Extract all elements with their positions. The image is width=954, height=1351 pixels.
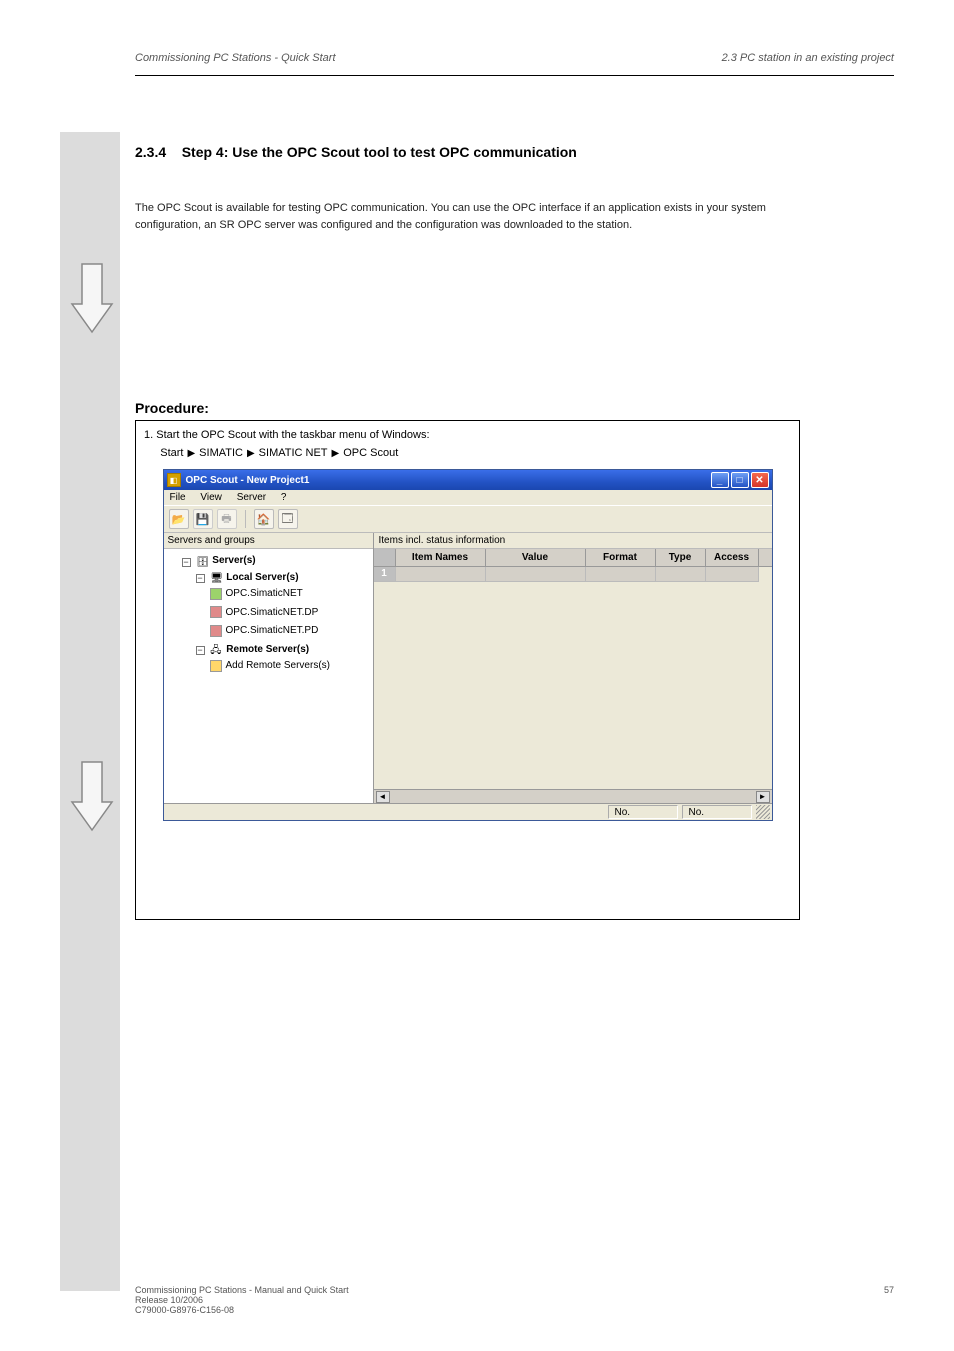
menu-file[interactable]: File	[170, 492, 186, 503]
page-footer: Commissioning PC Stations - Manual and Q…	[135, 1285, 894, 1315]
procedure-heading: Procedure:	[135, 400, 209, 416]
flow-arrow-1	[68, 262, 116, 334]
path-start: Start	[160, 447, 183, 459]
col-item-names[interactable]: Item Names	[396, 549, 486, 566]
menu-server[interactable]: Server	[237, 492, 266, 503]
menu-help[interactable]: ?	[281, 492, 287, 503]
items-grid[interactable]: Item Names Value Format Type Access 1	[374, 549, 772, 803]
explorer-icon[interactable]: 🏠	[254, 509, 274, 529]
figure-frame: 1. Start the OPC Scout with the taskbar …	[135, 420, 800, 920]
resize-grip-icon[interactable]	[756, 805, 770, 819]
grid-header-row: Item Names Value Format Type Access	[374, 549, 772, 567]
chevron-right-icon: ▶	[187, 448, 195, 459]
page-number: 57	[884, 1285, 894, 1315]
opc-server-icon	[210, 625, 222, 637]
cell-format[interactable]	[586, 567, 656, 582]
section-title: 2.3.4 Step 4: Use the OPC Scout tool to …	[135, 144, 577, 160]
chevron-right-icon: ▶	[332, 448, 340, 459]
scroll-right-icon[interactable]: ►	[756, 791, 770, 803]
menu-bar: File View Server ?	[164, 490, 772, 505]
save-icon[interactable]: 💾	[193, 509, 213, 529]
tree-remote-label[interactable]: Remote Server(s)	[226, 642, 309, 657]
path-simatic-net: SIMATIC NET	[259, 447, 328, 459]
local-servers-icon: 🖥	[210, 571, 222, 583]
add-remote-icon	[210, 660, 222, 672]
cell-value[interactable]	[486, 567, 586, 582]
header-rule	[135, 75, 894, 76]
section-ref: 2.3 PC station in an existing project	[722, 52, 894, 64]
footer-docid: C79000-G8976-C156-08	[135, 1305, 349, 1315]
intro-paragraph: The OPC Scout is available for testing O…	[135, 200, 835, 233]
items-grid-pane: Items incl. status information Item Name…	[374, 533, 772, 803]
cell-access[interactable]	[706, 567, 759, 582]
servers-tree-pane: Servers and groups − 🗄 Server(s) − 🖥 Local…	[164, 533, 374, 803]
servers-root-icon: 🗄	[196, 555, 208, 567]
col-value[interactable]: Value	[486, 549, 586, 566]
menu-view[interactable]: View	[200, 492, 222, 503]
col-format[interactable]: Format	[586, 549, 656, 566]
status-cell-1: No.	[608, 805, 678, 819]
home-icon[interactable]: 🗔	[278, 509, 298, 529]
window-titlebar: ◧ OPC Scout - New Project1 _ □ ✕	[164, 470, 772, 490]
step-1-caption: 1. Start the OPC Scout with the taskbar …	[142, 425, 793, 445]
start-menu-path: Start ▶ SIMATIC ▶ SIMATIC NET ▶ OPC Scou…	[142, 445, 793, 469]
chevron-right-icon: ▶	[247, 448, 255, 459]
tree-local-item[interactable]: OPC.SimaticNET.DP	[226, 605, 319, 620]
tree-local-item[interactable]: OPC.SimaticNET	[226, 586, 303, 601]
grid-rownum-header	[374, 549, 396, 566]
opc-server-icon	[210, 588, 222, 600]
table-row[interactable]: 1	[374, 567, 772, 582]
footer-title: Commissioning PC Stations - Manual and Q…	[135, 1285, 349, 1295]
print-icon[interactable]: 🖶	[217, 509, 237, 529]
opc-scout-window: ◧ OPC Scout - New Project1 _ □ ✕ File Vi…	[163, 469, 773, 821]
col-access[interactable]: Access	[706, 549, 759, 566]
row-number: 1	[374, 567, 396, 582]
toolbar-separator	[245, 510, 246, 528]
tree-root-label[interactable]: Server(s)	[212, 553, 255, 568]
cell-type[interactable]	[656, 567, 706, 582]
tree-pane-header: Servers and groups	[164, 533, 373, 549]
tree-add-remote[interactable]: Add Remote Servers(s)	[226, 658, 330, 673]
tree-local-item[interactable]: OPC.SimaticNET.PD	[226, 623, 319, 638]
horizontal-scrollbar[interactable]: ◄ ►	[374, 789, 772, 803]
tree-expander[interactable]: −	[182, 558, 191, 567]
maximize-button[interactable]: □	[731, 472, 749, 488]
grid-pane-header: Items incl. status information	[374, 533, 772, 549]
remote-servers-icon: 🖧	[210, 643, 222, 655]
flow-arrow-2	[68, 760, 116, 832]
section-heading-text: Step 4: Use the OPC Scout tool to test O…	[182, 144, 577, 160]
close-button[interactable]: ✕	[751, 472, 769, 488]
col-type[interactable]: Type	[656, 549, 706, 566]
cell-item-names[interactable]	[396, 567, 486, 582]
status-cell-2: No.	[682, 805, 752, 819]
app-icon: ◧	[167, 473, 181, 487]
tree-local-label[interactable]: Local Server(s)	[226, 570, 298, 585]
chapter-header: Commissioning PC Stations - Quick Start	[135, 52, 336, 64]
status-bar: No. No.	[164, 803, 772, 820]
tree-expander[interactable]: −	[196, 646, 205, 655]
toolbar: 📂 💾 🖶 🏠 🗔	[164, 505, 772, 533]
tree-expander[interactable]: −	[196, 574, 205, 583]
scroll-left-icon[interactable]: ◄	[376, 791, 390, 803]
footer-release: Release 10/2006	[135, 1295, 349, 1305]
open-icon[interactable]: 📂	[169, 509, 189, 529]
path-opc-scout: OPC Scout	[343, 447, 398, 459]
opc-server-icon	[210, 606, 222, 618]
window-title: OPC Scout - New Project1	[186, 475, 711, 486]
minimize-button[interactable]: _	[711, 472, 729, 488]
servers-tree[interactable]: − 🗄 Server(s) − 🖥 Local Server(s) OPC.Sima…	[164, 549, 373, 803]
path-simatic: SIMATIC	[199, 447, 243, 459]
section-number: 2.3.4	[135, 144, 166, 160]
